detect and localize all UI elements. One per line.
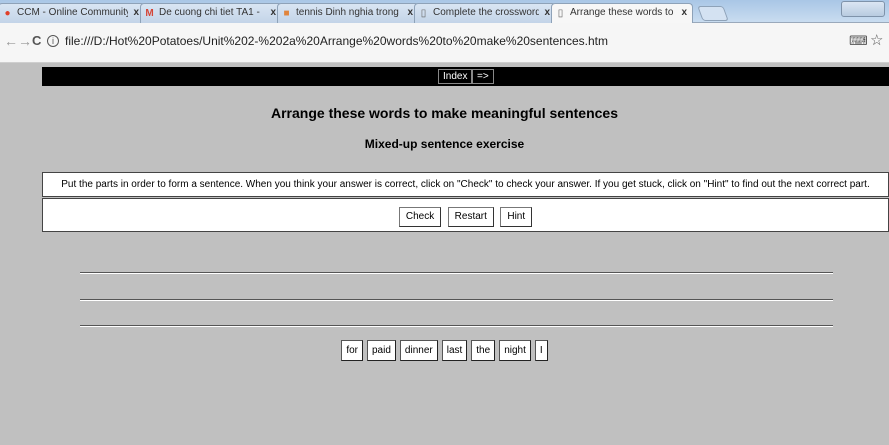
page-title: Arrange these words to make meaningful s… xyxy=(271,105,618,121)
back-icon[interactable]: ← xyxy=(4,33,18,49)
gmail-icon: M xyxy=(145,8,154,19)
window-controls[interactable] xyxy=(841,1,885,17)
site-icon: ■ xyxy=(283,8,290,19)
tab-label: Arrange these words to m xyxy=(570,7,676,18)
forward-icon[interactable]: → xyxy=(18,33,32,49)
reload-icon[interactable]: C xyxy=(32,33,41,48)
address-bar: ← → C i file:///D:/Hot%20Potatoes/Unit%20… xyxy=(0,23,889,63)
button-bar: Check Restart Hint xyxy=(42,198,889,232)
url-text: file:///D:/Hot%20Potatoes/Unit%202-%202a… xyxy=(65,34,608,48)
browser-tab[interactable]: ▯ Complete the crossword x xyxy=(414,3,556,23)
index-link[interactable]: Index xyxy=(438,69,473,84)
word-chip[interactable]: the xyxy=(471,340,496,361)
tab-label: De cuong chi tiet TA1 - xyxy=(159,7,260,18)
answer-line xyxy=(80,272,833,274)
browser-tab-active[interactable]: ▯ Arrange these words to m x xyxy=(551,3,693,23)
tab-label: tennis Dinh nghia trong xyxy=(296,7,399,18)
ccm-icon: ● xyxy=(4,8,11,19)
info-icon[interactable]: i xyxy=(47,35,59,47)
close-icon[interactable]: x xyxy=(133,4,139,22)
new-tab-button[interactable] xyxy=(697,6,729,21)
close-icon[interactable]: x xyxy=(681,4,687,22)
browser-tab-strip: ● CCM - Online Community x M De cuong ch… xyxy=(0,0,889,23)
close-icon[interactable]: x xyxy=(544,4,550,22)
browser-tab[interactable]: M De cuong chi tiet TA1 - x xyxy=(140,3,282,23)
word-chip[interactable]: dinner xyxy=(399,340,438,361)
answer-line xyxy=(80,325,833,327)
word-chip[interactable]: night xyxy=(499,340,531,361)
bookmark-star-icon[interactable]: ☆ xyxy=(870,31,883,49)
page-icon: ▯ xyxy=(420,8,427,19)
next-link[interactable]: => xyxy=(472,69,494,84)
word-chip[interactable]: last xyxy=(441,340,468,361)
page-subtitle: Mixed-up sentence exercise xyxy=(364,137,525,151)
browser-tab[interactable]: ● CCM - Online Community x xyxy=(0,3,145,23)
url-field[interactable]: i file:///D:/Hot%20Potatoes/Unit%202-%202… xyxy=(47,34,608,48)
browser-tab[interactable]: ■ tennis Dinh nghia trong x xyxy=(277,3,419,23)
tab-label: Complete the crossword xyxy=(433,7,539,18)
word-bank: for paid dinner last the night I xyxy=(0,340,889,361)
translate-icon[interactable]: ⌨ xyxy=(849,33,868,49)
close-icon[interactable]: x xyxy=(270,4,276,22)
nav-bar: Index => xyxy=(42,67,889,86)
close-icon[interactable]: x xyxy=(407,4,413,22)
answer-line xyxy=(80,299,833,301)
word-chip[interactable]: I xyxy=(534,340,548,361)
word-chip[interactable]: paid xyxy=(367,340,396,361)
instructions: Put the parts in order to form a sentenc… xyxy=(42,172,889,197)
restart-button[interactable]: Restart xyxy=(447,207,494,227)
check-button[interactable]: Check xyxy=(398,207,442,227)
page-icon: ▯ xyxy=(557,8,564,19)
tab-label: CCM - Online Community xyxy=(17,7,128,18)
word-chip[interactable]: for xyxy=(341,340,363,361)
hint-button[interactable]: Hint xyxy=(500,207,533,227)
